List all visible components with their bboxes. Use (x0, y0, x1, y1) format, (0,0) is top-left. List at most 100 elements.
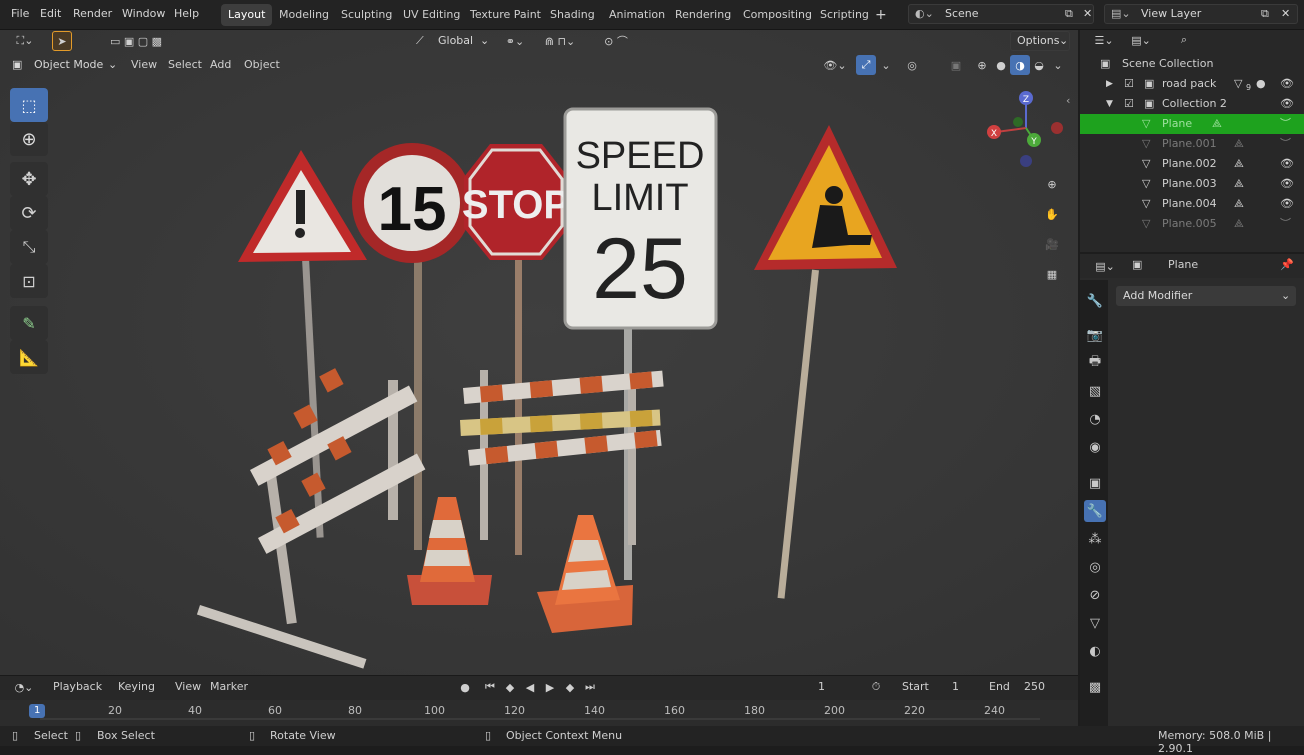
menu-help[interactable]: Help (174, 7, 199, 20)
editor-type-icon[interactable]: ⛶⌄ (10, 31, 40, 51)
gizmo-toggle-icon[interactable]: ⤢ (856, 55, 876, 75)
tab-modeling[interactable]: Modeling (272, 4, 336, 26)
outliner-row[interactable]: ▽ Plane.001 ⟁ ︶ (1080, 134, 1304, 154)
tool-settings-icon[interactable]: 🔧 (1084, 290, 1106, 312)
eye-icon[interactable]: 👁 (1280, 74, 1294, 94)
material-icon[interactable]: ◐ (1084, 640, 1106, 662)
checkbox-icon[interactable]: ☑ (1124, 74, 1134, 94)
menu-add[interactable]: Add (210, 55, 231, 75)
outliner-row-scene-collection[interactable]: ▣ Scene Collection (1080, 54, 1304, 74)
copy-icon[interactable]: ⧉ (1261, 5, 1269, 23)
xray-icon[interactable]: ▣ (946, 55, 966, 75)
eye-closed-icon[interactable]: ︶ (1280, 114, 1291, 134)
add-workspace-icon[interactable]: + (868, 4, 894, 26)
start-frame-field[interactable]: 1 (952, 677, 959, 697)
next-keyframe-icon[interactable]: ◆ (560, 677, 580, 697)
object-data-icon[interactable]: ▽ (1084, 612, 1106, 634)
transform-orientation-dropdown[interactable]: ⟋ Global ⌄ (412, 31, 494, 51)
tab-animation[interactable]: Animation (602, 4, 672, 26)
pan-hand-icon[interactable]: ✋ (1042, 204, 1062, 224)
outliner-row[interactable]: ▽ Plane.003 ⟁ 👁 (1080, 174, 1304, 194)
rendered-shading-icon[interactable]: ◒ (1029, 55, 1049, 75)
outliner-row[interactable]: ▼ ☑ ▣ Collection 2 👁 (1080, 94, 1304, 114)
menu-file[interactable]: File (11, 7, 29, 20)
world-icon[interactable]: ◉ (1084, 436, 1106, 458)
checkbox-icon[interactable]: ☑ (1124, 94, 1134, 114)
tab-rendering[interactable]: Rendering (668, 4, 738, 26)
menu-marker[interactable]: Marker (210, 677, 248, 697)
collapse-arrow-icon[interactable]: ▼ (1106, 94, 1113, 114)
proportional-edit-icon[interactable]: ⊙ ⌒ (592, 31, 640, 51)
transform-tool-icon[interactable]: ⊡ (10, 264, 48, 298)
eye-closed-icon[interactable]: ︶ (1280, 214, 1291, 234)
jump-end-icon[interactable]: ⏭ (580, 677, 600, 697)
particles-icon[interactable]: ⁂ (1084, 528, 1106, 550)
filter-icon[interactable]: ▤⌄ (1126, 30, 1156, 50)
tab-scripting[interactable]: Scripting (813, 4, 876, 26)
pin-icon[interactable]: 📌 (1280, 258, 1294, 271)
tab-uv-editing[interactable]: UV Editing (396, 4, 467, 26)
scene-selector[interactable]: ◐⌄ Scene ⧉ ✕ (908, 4, 1094, 24)
measure-tool-icon[interactable]: 📐 (10, 340, 48, 374)
modifier-wrench-icon[interactable]: 🔧 (1084, 500, 1106, 522)
eye-icon[interactable]: 👁 (1280, 94, 1294, 114)
outliner-row[interactable]: ▽ Plane.004 ⟁ 👁 (1080, 194, 1304, 214)
scale-tool-icon[interactable]: ⤡ (10, 230, 48, 264)
outliner-row[interactable]: ▶ ☑ ▣ road pack ▽ 9 ● 👁 (1080, 74, 1304, 94)
menu-edit[interactable]: Edit (40, 7, 61, 20)
eye-icon[interactable]: 👁 (1280, 154, 1294, 174)
outliner-row[interactable]: ▽ Plane.002 ⟁ 👁 (1080, 154, 1304, 174)
chevron-down-icon[interactable]: ⌄ (1048, 55, 1068, 75)
wireframe-shading-icon[interactable]: ⊕ (972, 55, 992, 75)
overlays-icon[interactable]: ◎ (902, 55, 922, 75)
camera-icon[interactable]: 🎥 (1042, 234, 1062, 254)
outliner-row[interactable]: ▽ Plane.005 ⟁ ︶ (1080, 214, 1304, 234)
eye-icon[interactable]: 👁 (1280, 194, 1294, 214)
scene-icon[interactable]: ◔ (1084, 408, 1106, 430)
options-dropdown[interactable]: Options ⌄ (1010, 31, 1070, 51)
editor-type-icon[interactable]: ▤⌄ (1090, 256, 1120, 276)
current-frame-indicator[interactable]: 1 (29, 704, 46, 718)
jump-start-icon[interactable]: ⏮ (480, 677, 500, 697)
pivot-point-icon[interactable]: ⚭⌄ (500, 31, 530, 51)
view-layer-selector[interactable]: ▤⌄ View Layer ⧉ ✕ (1104, 4, 1298, 24)
object-properties-icon[interactable]: ▣ (1084, 472, 1106, 494)
tab-compositing[interactable]: Compositing (736, 4, 819, 26)
previous-keyframe-icon[interactable]: ◆ (500, 677, 520, 697)
menu-playback[interactable]: Playback (53, 677, 102, 697)
sidebar-toggle-icon[interactable]: ‹ (1066, 94, 1070, 107)
play-reverse-icon[interactable]: ◀ (520, 677, 540, 697)
tab-texture-paint[interactable]: Texture Paint (463, 4, 548, 26)
tab-layout[interactable]: Layout (221, 4, 273, 26)
select-box-tool-icon[interactable]: ⬚ (10, 88, 48, 122)
end-frame-field[interactable]: 250 (1024, 677, 1045, 697)
timeline-ruler[interactable]: 1 20 40 60 80 100 120 140 160 180 200 22… (0, 700, 1078, 726)
menu-window[interactable]: Window (122, 7, 165, 20)
render-icon[interactable]: 📷 (1084, 324, 1106, 346)
current-frame-field[interactable]: 1 (818, 677, 825, 697)
view-layer-icon[interactable]: ▧ (1084, 380, 1106, 402)
close-icon[interactable]: ✕ (1083, 5, 1092, 23)
perspective-grid-icon[interactable]: ▦ (1042, 264, 1062, 284)
editor-type-icon[interactable]: ◔⌄ (10, 677, 38, 697)
eye-icon[interactable]: 👁 (1280, 174, 1294, 194)
material-shading-icon[interactable]: ◑ (1010, 55, 1030, 75)
menu-select[interactable]: Select (168, 55, 202, 75)
tab-sculpting[interactable]: Sculpting (334, 4, 399, 26)
display-mode-icon[interactable]: ☰⌄ (1090, 30, 1118, 50)
move-tool-icon[interactable]: ✥ (10, 162, 48, 196)
physics-icon[interactable]: ◎ (1084, 556, 1106, 578)
chevron-down-icon[interactable]: ⌄ (876, 55, 896, 75)
play-icon[interactable]: ▶ (540, 677, 560, 697)
timeline-scrollbar[interactable] (40, 718, 1040, 720)
eye-closed-icon[interactable]: ︶ (1280, 134, 1291, 154)
menu-view[interactable]: View (175, 677, 201, 697)
search-icon[interactable]: ⌕ (1174, 30, 1194, 50)
mode-dropdown[interactable]: ▣ Object Mode ⌄ (10, 55, 120, 75)
solid-shading-icon[interactable]: ● (991, 55, 1011, 75)
snap-icon[interactable]: ⋒ ⊓⌄ (536, 31, 584, 51)
cursor-tool-icon[interactable]: ⊕ (10, 122, 48, 156)
record-icon[interactable]: ● (455, 677, 475, 697)
rotate-tool-icon[interactable]: ⟳ (10, 196, 48, 230)
stopwatch-icon[interactable]: ⏱ (866, 677, 886, 697)
